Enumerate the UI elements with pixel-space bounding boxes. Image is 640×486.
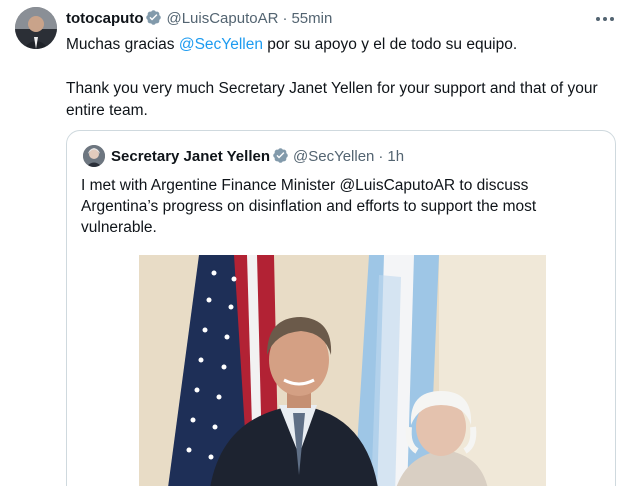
quoted-author-avatar-image — [83, 145, 105, 167]
quoted-tweet-card[interactable]: Secretary Janet Yellen @SecYellen · 1h I me… — [66, 130, 616, 486]
tweet-text-part: por su apoyo y el de todo su equipo. — [262, 36, 518, 53]
tweet-header: totocaputo @LuisCaputoAR · 55min — [66, 9, 332, 32]
quoted-tweet-timestamp[interactable]: 1h — [387, 148, 404, 165]
tweet-text: Muchas gracias @SecYellen por su apoyo y… — [66, 34, 626, 122]
quoted-tweet-text: I met with Argentine Finance Minister @L… — [81, 177, 537, 236]
author-avatar-image — [15, 7, 57, 49]
quoted-author-name[interactable]: Secretary Janet Yellen — [111, 148, 270, 165]
quoted-tweet-photo[interactable] — [139, 255, 546, 486]
quoted-header-separator: · — [378, 148, 384, 165]
mention-link[interactable]: @SecYellen — [179, 36, 263, 53]
quoted-tweet-header: Secretary Janet Yellen @SecYellen · 1h — [111, 147, 404, 170]
author-handle[interactable]: @LuisCaputoAR — [166, 10, 278, 27]
quoted-author-handle[interactable]: @SecYellen — [293, 148, 374, 165]
quoted-author-avatar[interactable] — [83, 145, 105, 167]
verified-badge-icon — [272, 147, 289, 170]
meeting-photo — [139, 255, 546, 486]
tweet-text-spanish: Muchas gracias @SecYellen por su apoyo y… — [66, 34, 626, 56]
tweet-text-part: Muchas gracias — [66, 36, 179, 53]
tweet-text-english: Thank you very much Secretary Janet Yell… — [66, 80, 598, 119]
tweet: totocaputo @LuisCaputoAR · 55min Muchas gra… — [0, 0, 640, 486]
more-options-icon[interactable] — [594, 8, 616, 30]
verified-badge-icon — [145, 9, 162, 32]
author-avatar[interactable] — [15, 7, 57, 49]
tweet-timestamp[interactable]: 55min — [291, 10, 332, 27]
author-name[interactable]: totocaputo — [66, 10, 143, 27]
header-separator: · — [282, 10, 288, 27]
